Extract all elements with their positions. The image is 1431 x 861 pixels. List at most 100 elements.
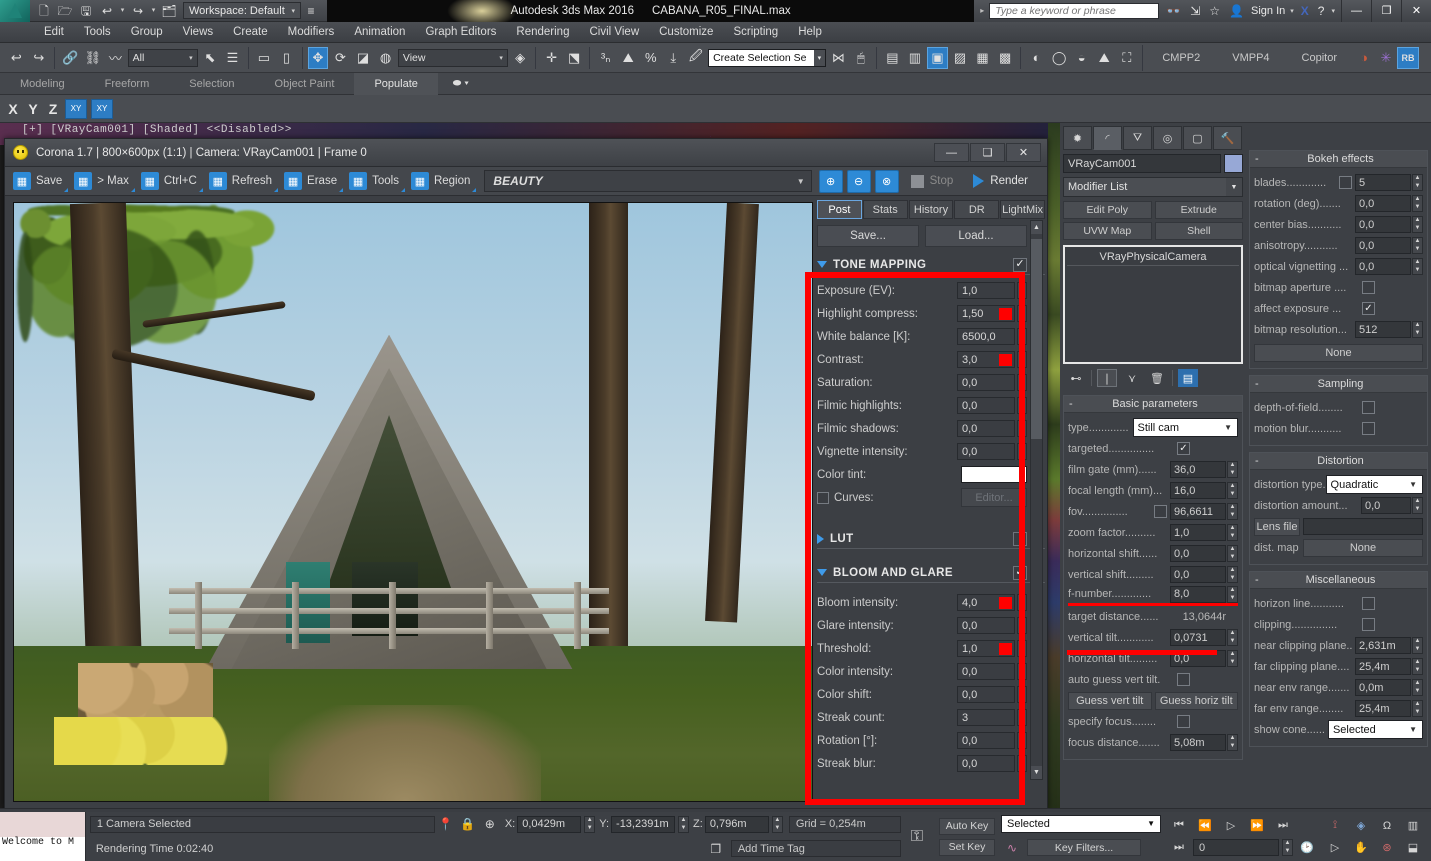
param-value-field[interactable]: 25,4m [1355, 700, 1411, 717]
coord-y-spinner[interactable]: ▲ ▼ [678, 815, 690, 833]
exchange-icon[interactable]: ⇲ [1188, 4, 1202, 18]
post-tab-stats[interactable]: Stats [862, 200, 908, 219]
menu-item-create[interactable]: Create [223, 22, 278, 43]
param-spinner[interactable]: ▲ ▼ [1227, 566, 1238, 583]
zoom-out-icon[interactable]: ⊖ [846, 169, 871, 193]
post-tab-history[interactable]: History [908, 200, 954, 219]
plugin-copitor[interactable]: Copitor [1286, 52, 1353, 64]
percent-snap-icon[interactable]: % [640, 47, 661, 69]
param-value-field[interactable]: 16,0 [1170, 482, 1226, 499]
mini-listener[interactable]: Welcome to M [0, 812, 86, 861]
modifier-stack[interactable]: VRayPhysicalCamera [1063, 245, 1243, 364]
param-value-field[interactable]: 0,0 [957, 397, 1015, 414]
select-and-manipulate-icon[interactable]: ⟟ [1323, 817, 1347, 835]
param-checkbox[interactable]: ✓ [1177, 442, 1190, 455]
bloom-glare-header[interactable]: BLOOM AND GLARE ✓ [817, 563, 1045, 583]
ribbon-tab-selection[interactable]: Selection [169, 73, 254, 95]
post-tab-dr[interactable]: DR [954, 200, 1000, 219]
redo-icon[interactable]: ↪ [128, 1, 148, 20]
select-and-move-icon[interactable]: ✥ [307, 46, 329, 69]
prompt-pin-icon[interactable]: 📍 [435, 813, 457, 835]
lens-file-field[interactable] [1303, 518, 1423, 535]
redo-toolbar-icon[interactable]: ↪ [29, 47, 50, 69]
scroll-down-arrow-icon[interactable]: ▼ [1031, 766, 1042, 779]
focus-distance-spinner[interactable]: ▲ ▼ [1227, 734, 1238, 751]
param-value-field[interactable]: 96,6611 [1170, 503, 1226, 520]
unlink-selection-icon[interactable]: ⛓ [83, 47, 104, 69]
menu-item-animation[interactable]: Animation [344, 22, 415, 43]
rendered-image[interactable] [13, 202, 813, 802]
menu-item-views[interactable]: Views [173, 22, 223, 43]
param-spinner[interactable]: ▲ ▼ [1017, 443, 1027, 460]
param-spinner[interactable]: ▲ ▼ [1017, 709, 1027, 726]
menu-item-modifiers[interactable]: Modifiers [278, 22, 345, 43]
sampling-header[interactable]: - Sampling [1250, 376, 1427, 393]
basic-parameters-header[interactable]: - Basic parameters [1064, 396, 1242, 413]
param-spinner[interactable]: ▲ ▼ [1412, 195, 1423, 212]
modifier-button-extrude[interactable]: Extrude [1154, 201, 1243, 219]
menu-item-rendering[interactable]: Rendering [506, 22, 579, 43]
dropdown-corner-icon[interactable] [130, 187, 135, 192]
param-spinner[interactable]: ▲ ▼ [1017, 686, 1027, 703]
ribbon-tab-freeform[interactable]: Freeform [85, 73, 170, 95]
param-value-field[interactable]: 1,0 [957, 640, 1015, 657]
param-spinner[interactable]: ▲ ▼ [1412, 658, 1423, 675]
param-spinner[interactable]: ▲ ▼ [1227, 585, 1238, 603]
align-icon[interactable]: ⤓ [663, 47, 684, 69]
vfb-tools-button[interactable]: ▦ Tools [346, 170, 406, 193]
zoom-tool-icon[interactable]: ◈ [1349, 817, 1373, 835]
user-account-icon[interactable]: 👤 [1227, 4, 1246, 18]
param-value-field[interactable]: 0,0 [1355, 216, 1411, 233]
maxscript-listener-input[interactable]: Welcome to M [0, 836, 85, 861]
vfb-erase-button[interactable]: ▦ Erase [281, 170, 344, 193]
help-chevron-icon[interactable]: ▾ [1331, 7, 1335, 15]
param-checkbox[interactable]: ✓ [1177, 673, 1190, 686]
post-load-button[interactable]: Load... [925, 225, 1027, 247]
curve-editor-icon[interactable]: ⋈ [828, 47, 849, 69]
param-spinner[interactable]: ▲ ▼ [1017, 420, 1027, 437]
param-spinner[interactable]: ▲ ▼ [1412, 174, 1423, 191]
select-by-name-icon[interactable]: ☰ [222, 47, 243, 69]
key-curve-icon[interactable]: ∿ [1001, 837, 1023, 859]
go-to-start-icon[interactable]: ⏮ [1167, 817, 1191, 835]
zoom-all-icon[interactable]: Ω [1375, 817, 1399, 835]
vfb-max-button[interactable]: ▦ > Max [71, 170, 136, 193]
viewport-label[interactable]: [+] [VRayCam001] [Shaded] <<Disabled>> [22, 124, 292, 136]
param-value-field[interactable]: 0,0 [957, 732, 1015, 749]
param-spinner[interactable]: ▲ ▼ [1412, 321, 1423, 338]
dropdown-corner-icon[interactable] [64, 187, 69, 192]
param-value-field[interactable]: 3,0 [957, 351, 1015, 368]
param-value-field[interactable]: 1,0 [1170, 524, 1226, 541]
object-name-field[interactable]: VRayCam001 [1063, 154, 1221, 173]
selection-lock-icon[interactable]: 🔒 [457, 813, 479, 835]
key-mode-toggle-icon[interactable]: ⚿ [901, 828, 933, 846]
open-adsk-material-icon[interactable]: ◐ [1026, 47, 1047, 69]
distortion-amount-spinner[interactable]: ▲ ▼ [1412, 497, 1423, 514]
param-spinner[interactable]: ▲ ▼ [1227, 482, 1238, 499]
guess-horiz-tilt-button[interactable]: Guess horiz tilt [1154, 691, 1238, 710]
ribbon-tab-modeling[interactable]: Modeling [0, 73, 85, 95]
coord-x-spinner[interactable]: ▲ ▼ [584, 815, 596, 833]
favorites-star-icon[interactable]: ☆ [1207, 4, 1222, 18]
previous-frame-icon[interactable]: ⏪ [1193, 817, 1217, 835]
zoom-extents-icon[interactable]: ▥ [1401, 817, 1425, 835]
command-panel-hierarchy-icon[interactable]: ⛛ [1123, 126, 1152, 150]
rb-badge-icon[interactable]: RB [1397, 46, 1419, 69]
undo-icon[interactable]: ↩ [97, 1, 117, 20]
param-spinner[interactable]: ▲ ▼ [1017, 617, 1027, 634]
param-checkbox[interactable]: ✓ [1362, 422, 1375, 435]
miscellaneous-header[interactable]: - Miscellaneous [1250, 572, 1427, 589]
param-value-field[interactable]: 0,0 [1355, 258, 1411, 275]
param-value-field[interactable]: 0,0 [1355, 195, 1411, 212]
lens-file-button[interactable]: Lens file [1254, 517, 1300, 536]
command-panel-display-icon[interactable]: ▢ [1183, 126, 1212, 150]
post-tab-lightmix[interactable]: LightMix [1000, 200, 1045, 219]
workspace-selector[interactable]: Workspace: Default ▾ [183, 2, 301, 19]
axis-z-button[interactable]: Z [45, 101, 61, 117]
show-cone-combo[interactable]: Selected ▼ [1327, 720, 1423, 739]
param-spinner[interactable]: ▲ ▼ [1412, 216, 1423, 233]
material-editor-icon[interactable]: ▤ [882, 47, 903, 69]
param-value-field[interactable]: 0,0 [957, 374, 1015, 391]
named-selection-set-combo[interactable]: Create Selection Se ▾ [708, 48, 827, 67]
safe-frames-icon[interactable]: ⛶ [1117, 47, 1138, 69]
